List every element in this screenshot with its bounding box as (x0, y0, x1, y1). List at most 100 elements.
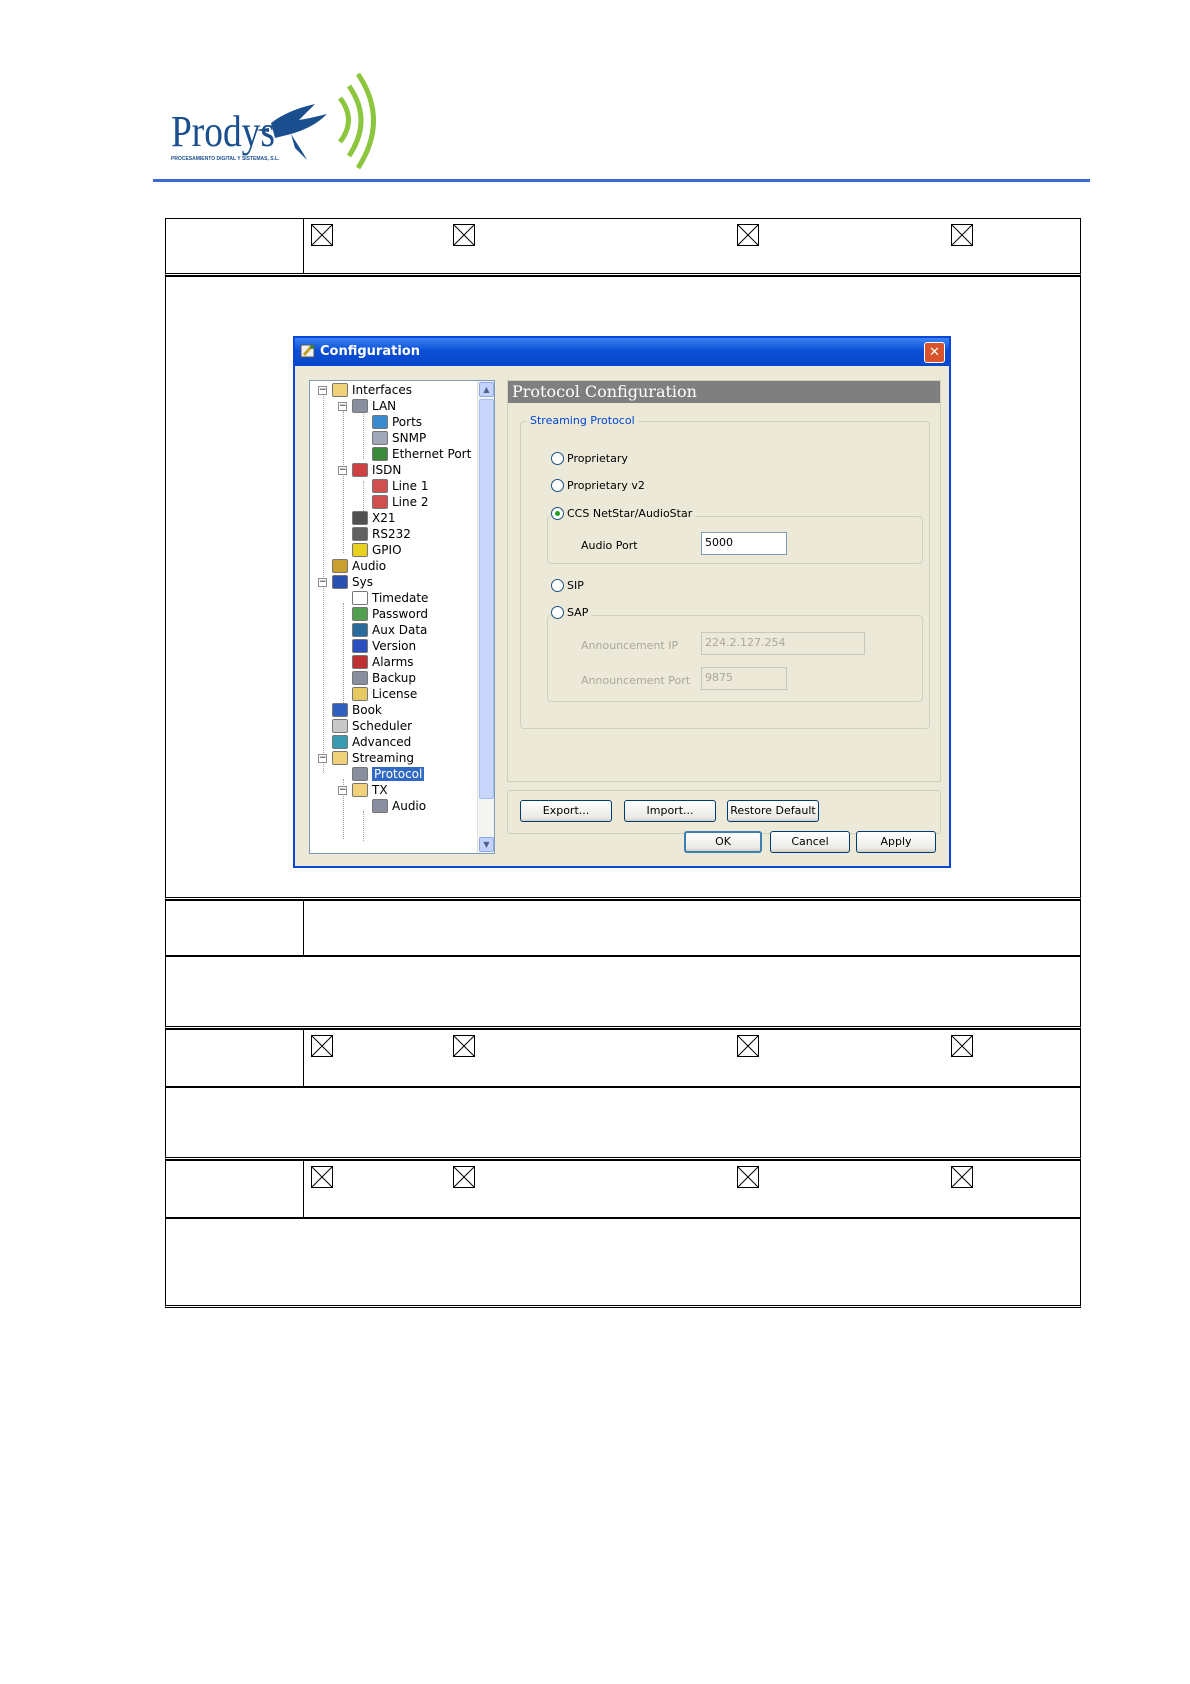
table-row-checkboxes-2 (165, 1029, 1081, 1087)
radio-proprietary-v2[interactable]: Proprietary v2 (551, 479, 645, 492)
tree-item-tx[interactable]: TX (352, 782, 388, 799)
tree-item-license[interactable]: License (352, 686, 417, 703)
checkbox-crossed-icon (951, 1035, 973, 1057)
tree-item-snmp[interactable]: SNMP (372, 430, 426, 447)
checkbox-crossed-icon (951, 224, 973, 246)
tree-expander-icon[interactable]: − (338, 786, 347, 795)
tree-item-label: Line 2 (392, 495, 429, 509)
tree-item-label: Book (352, 703, 382, 717)
scroll-up-icon[interactable]: ▲ (479, 382, 494, 397)
company-logo: Prodys PROCESAMIENTO DIGITAL Y SISTEMAS,… (165, 68, 395, 176)
tree-item-ethernet-port[interactable]: Ethernet Port (372, 446, 471, 463)
tree-item-audio[interactable]: Audio (372, 798, 426, 815)
tree-item-protocol[interactable]: Protocol (352, 766, 425, 783)
tree-item-streaming[interactable]: Streaming (332, 750, 414, 767)
ok-button[interactable]: OK (684, 831, 762, 853)
tree-item-label: Protocol (372, 767, 425, 781)
tree-item-label: TX (372, 783, 388, 797)
audio-port-input[interactable]: 5000 (701, 532, 787, 555)
tree-item-sys[interactable]: Sys (332, 574, 373, 591)
tree-item-book[interactable]: Book (332, 702, 382, 719)
tree-item-label: Alarms (372, 655, 414, 669)
radio-ccs-netstar[interactable]: CCS NetStar/AudioStar (551, 507, 696, 520)
tree-expander-icon[interactable]: − (318, 386, 327, 395)
import-button[interactable]: Import... (624, 800, 716, 822)
close-button[interactable]: ✕ (924, 342, 945, 363)
dialog-title: Configuration (320, 344, 420, 359)
tree-item-scheduler[interactable]: Scheduler (332, 718, 412, 735)
announcement-port-input: 9875 (701, 667, 787, 690)
streaming-protocol-group: Streaming Protocol Proprietary Proprieta… (520, 414, 930, 729)
tree-item-ports[interactable]: Ports (372, 414, 422, 431)
table-row-checkboxes-1 (165, 218, 1081, 276)
speaker-icon (332, 559, 348, 573)
tree-expander-icon[interactable]: − (338, 466, 347, 475)
tree-item-rs232[interactable]: RS232 (352, 526, 411, 543)
tree-expander-icon[interactable]: − (318, 754, 327, 763)
radio-dot-icon (551, 579, 564, 592)
group-title: Streaming Protocol (527, 414, 638, 427)
protocol-panel: Protocol Configuration Streaming Protoco… (507, 380, 941, 782)
checkbox-crossed-icon (453, 224, 475, 246)
tree-expander-icon[interactable]: − (318, 578, 327, 587)
radio-proprietary[interactable]: Proprietary (551, 452, 628, 465)
panel-heading: Protocol Configuration (508, 381, 940, 403)
book-icon (332, 703, 348, 717)
folder-icon (352, 783, 368, 797)
tree-item-alarms[interactable]: Alarms (352, 654, 414, 671)
tree-item-isdn[interactable]: ISDN (352, 462, 401, 479)
logo-subtitle: PROCESAMIENTO DIGITAL Y SISTEMAS, S.L. (171, 156, 280, 162)
scroll-down-icon[interactable]: ▼ (479, 837, 494, 852)
tree-item-interfaces[interactable]: Interfaces (332, 382, 412, 399)
radio-dot-selected-icon (551, 507, 564, 520)
scheduler-icon (332, 719, 348, 733)
tree-scrollbar[interactable]: ▲ ▼ (477, 381, 494, 853)
tree-item-line-1[interactable]: Line 1 (372, 478, 428, 495)
radio-dot-icon (551, 606, 564, 619)
announcement-ip-input: 224.2.127.254 (701, 632, 865, 655)
key-icon (352, 607, 368, 621)
tree-items: − Interfaces − LAN Ports SNMP Ethernet Port − IS… (310, 381, 478, 853)
export-button[interactable]: Export... (520, 800, 612, 822)
tree-item-label: LAN (372, 399, 397, 413)
tree-expander-icon[interactable]: − (338, 402, 347, 411)
tree-item-label: GPIO (372, 543, 402, 557)
scroll-thumb[interactable] (479, 399, 494, 799)
tree-item-password[interactable]: Password (352, 606, 428, 623)
globe-icon (372, 415, 388, 429)
auxdata-icon (352, 623, 368, 637)
tree-item-audio[interactable]: Audio (332, 558, 386, 575)
tree-item-gpio[interactable]: GPIO (352, 542, 402, 559)
tree-item-version[interactable]: Version (352, 638, 416, 655)
radio-sap[interactable]: SAP (551, 606, 592, 619)
apply-button[interactable]: Apply (856, 831, 936, 853)
tree-item-label: Password (372, 607, 429, 621)
folder-icon (332, 751, 348, 765)
tree-item-label: Timedate (372, 591, 429, 605)
folder-icon (332, 383, 348, 397)
tree-item-aux-data[interactable]: Aux Data (352, 622, 427, 639)
tree-item-label: Audio (392, 799, 427, 813)
tree-item-label: SNMP (392, 431, 427, 445)
restore-default-button[interactable]: Restore Default (727, 800, 819, 822)
config-tree[interactable]: − Interfaces − LAN Ports SNMP Ethernet Port − IS… (309, 380, 495, 854)
table-row-blank (165, 1218, 1081, 1308)
tree-item-lan[interactable]: LAN (352, 398, 396, 415)
cancel-button[interactable]: Cancel (770, 831, 850, 853)
monitor-icon (332, 575, 348, 589)
tree-item-line-2[interactable]: Line 2 (372, 494, 428, 511)
tree-item-label: Streaming (352, 751, 414, 765)
tree-item-label: Interfaces (352, 383, 412, 397)
checkbox-crossed-icon (453, 1035, 475, 1057)
radio-sip[interactable]: SIP (551, 579, 584, 592)
network-icon (352, 399, 368, 413)
tree-item-backup[interactable]: Backup (352, 670, 416, 687)
tree-item-timedate[interactable]: Timedate (352, 590, 428, 607)
tree-item-advanced[interactable]: Advanced (332, 734, 411, 751)
radio-dot-icon (551, 452, 564, 465)
tree-item-x21[interactable]: X21 (352, 510, 396, 527)
line-icon (372, 495, 388, 509)
tree-item-label: Advanced (352, 735, 412, 749)
x21-icon (352, 511, 368, 525)
dialog-titlebar[interactable]: Configuration ✕ (295, 338, 949, 366)
